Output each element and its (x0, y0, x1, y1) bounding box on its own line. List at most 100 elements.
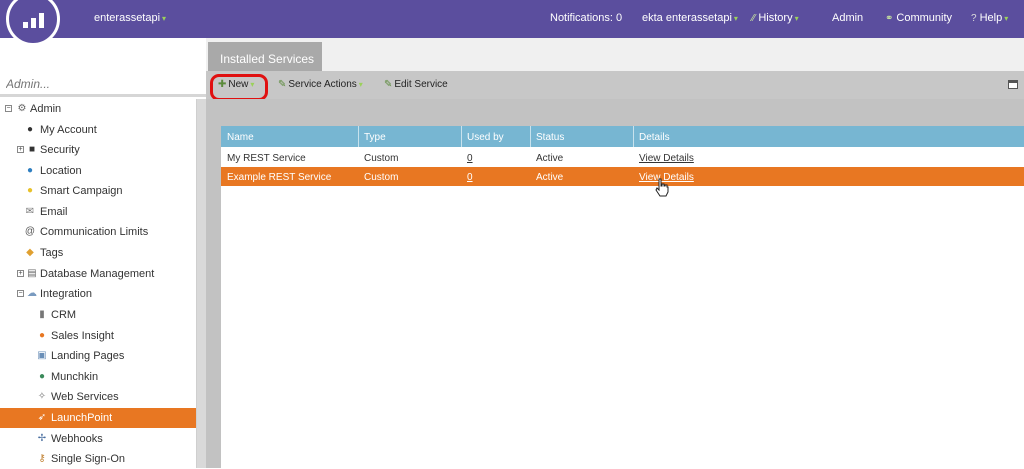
nav-item-security[interactable]: + ■ Security (0, 140, 196, 160)
nav-item-label: Single Sign-On (51, 453, 125, 465)
nav-item-single-sign-on[interactable]: ⚷ Single Sign-On (0, 449, 196, 469)
notifications-link[interactable]: Notifications: 0 (550, 12, 622, 24)
column-header-status[interactable]: Status (536, 132, 564, 143)
nav-item-sales-insight[interactable]: ● Sales Insight (0, 326, 196, 346)
community-label: Community (896, 12, 953, 24)
logo-bars-icon (13, 0, 53, 39)
nav-item-communication-limits[interactable]: @ Communication Limits (0, 222, 196, 242)
nav-item-label: Smart Campaign (40, 185, 123, 197)
globe-icon: ● (26, 165, 34, 176)
community-icon: ⚭ (885, 13, 894, 24)
table-row-selected[interactable]: Example REST Service Custom 0 Active Vie… (221, 167, 1024, 186)
nav-item-label: Tags (40, 247, 64, 259)
marketo-logo[interactable] (6, 0, 60, 46)
service-actions-label: Service Actions (288, 79, 357, 90)
hand-cursor-icon (655, 178, 669, 197)
chevron-down-icon: ▾ (733, 14, 738, 23)
column-header-name[interactable]: Name (227, 132, 254, 143)
nav-item-launchpoint[interactable]: ➶ LaunchPoint (0, 408, 196, 428)
column-header-type[interactable]: Type (364, 132, 386, 143)
chevron-down-icon: ▾ (162, 14, 167, 23)
edit-icon: ✎ (384, 79, 393, 90)
service-actions-button[interactable]: ✎ Service Actions ▾ (278, 79, 363, 90)
service-status: Active (536, 172, 564, 183)
used-by-link[interactable]: 0 (467, 172, 473, 183)
expand-icon[interactable]: + (17, 146, 24, 153)
workspace-selector[interactable]: enterassetapi ▾ (94, 12, 166, 24)
nav-item-label: LaunchPoint (51, 412, 113, 424)
nav-item-crm[interactable]: ▮ CRM (0, 305, 196, 325)
email-icon: ✉ (25, 206, 35, 217)
column-header-details[interactable]: Details (639, 132, 670, 143)
chevron-down-icon: ▾ (1004, 14, 1009, 23)
service-actions-icon: ✎ (278, 79, 287, 90)
admin-search-box (0, 70, 206, 97)
user-menu[interactable]: ekta enterassetapi ▾ (642, 12, 738, 24)
at-icon: @ (24, 226, 36, 237)
key-icon: ⚷ (38, 453, 46, 464)
history-menu[interactable]: ⁄⁄ History ▾ (752, 12, 799, 24)
nav-item-smart-campaign[interactable]: ● Smart Campaign (0, 181, 196, 201)
column-divider (461, 126, 462, 147)
grid-header: Name Type Used by Status Details (221, 126, 1024, 147)
collapse-icon[interactable]: − (17, 290, 24, 297)
edit-service-button[interactable]: ✎ Edit Service (384, 79, 448, 90)
collapse-icon[interactable]: − (5, 105, 12, 112)
chevron-down-icon: ▾ (794, 14, 799, 23)
cloud-icon: ☁ (27, 288, 37, 299)
nav-item-label: My Account (40, 124, 97, 136)
landing-page-icon: ▣ (37, 350, 47, 361)
nav-item-label: Database Management (40, 268, 155, 280)
nav-item-web-services[interactable]: ✧ Web Services (0, 387, 196, 407)
nav-item-munchkin[interactable]: ● Munchkin (0, 367, 196, 387)
web-services-icon: ✧ (37, 391, 47, 402)
view-details-link[interactable]: View Details (639, 153, 694, 164)
nav-item-label: Integration (40, 288, 92, 300)
expand-icon[interactable]: + (17, 270, 24, 277)
person-icon: ● (26, 124, 34, 135)
munchkin-icon: ● (38, 371, 46, 382)
admin-nav-tree: − ⚙ Admin ● My Account + ■ Security ● Lo… (0, 99, 196, 468)
nav-item-admin[interactable]: − ⚙ Admin (0, 99, 196, 119)
nav-item-integration[interactable]: − ☁ Integration (0, 284, 196, 304)
community-link[interactable]: ⚭ Community (885, 12, 952, 24)
admin-search-input[interactable] (6, 73, 196, 95)
admin-label: Admin (832, 12, 864, 24)
toolbar: ✚ New ▾ ✎ Service Actions ▾ ✎ Edit Service (206, 71, 1024, 101)
table-row[interactable]: My REST Service Custom 0 Active View Det… (221, 148, 1024, 167)
help-label: Help (979, 12, 1003, 24)
column-header-used-by[interactable]: Used by (467, 132, 504, 143)
column-divider (358, 126, 359, 147)
help-menu[interactable]: ? Help ▾ (971, 12, 1008, 24)
used-by-link[interactable]: 0 (467, 153, 473, 164)
nav-item-location[interactable]: ● Location (0, 161, 196, 181)
nav-item-label: Communication Limits (40, 226, 149, 238)
nav-item-label: Web Services (51, 391, 119, 403)
nav-item-tags[interactable]: ◆ Tags (0, 243, 196, 263)
webhook-icon: ✢ (37, 433, 47, 444)
nav-item-label: Email (40, 206, 68, 218)
nav-scrollbar[interactable] (196, 99, 206, 468)
sales-insight-icon: ● (38, 330, 46, 341)
tab-installed-services[interactable]: Installed Services (208, 42, 322, 73)
window-toggle-icon[interactable] (1008, 80, 1018, 89)
history-icon: ⁄⁄ (752, 13, 756, 24)
crm-icon: ▮ (39, 309, 45, 320)
history-label: History (758, 12, 793, 24)
service-type: Custom (364, 172, 399, 183)
nav-item-landing-pages[interactable]: ▣ Landing Pages (0, 346, 196, 366)
nav-item-label: Landing Pages (51, 350, 125, 362)
nav-item-webhooks[interactable]: ✢ Webhooks (0, 429, 196, 449)
nav-item-database-management[interactable]: + ▤ Database Management (0, 264, 196, 284)
nav-item-email[interactable]: ✉ Email (0, 202, 196, 222)
nav-item-label: Sales Insight (51, 330, 114, 342)
tab-label: Installed Services (220, 52, 315, 66)
nav-item-label: Security (40, 144, 80, 156)
tab-strip: Installed Services (206, 38, 1024, 73)
service-name: Example REST Service (227, 172, 332, 183)
tag-icon: ◆ (26, 247, 34, 258)
service-status: Active (536, 153, 564, 164)
nav-item-my-account[interactable]: ● My Account (0, 120, 196, 140)
nav-item-label: Admin (30, 103, 62, 115)
admin-link[interactable]: Admin (832, 12, 863, 24)
